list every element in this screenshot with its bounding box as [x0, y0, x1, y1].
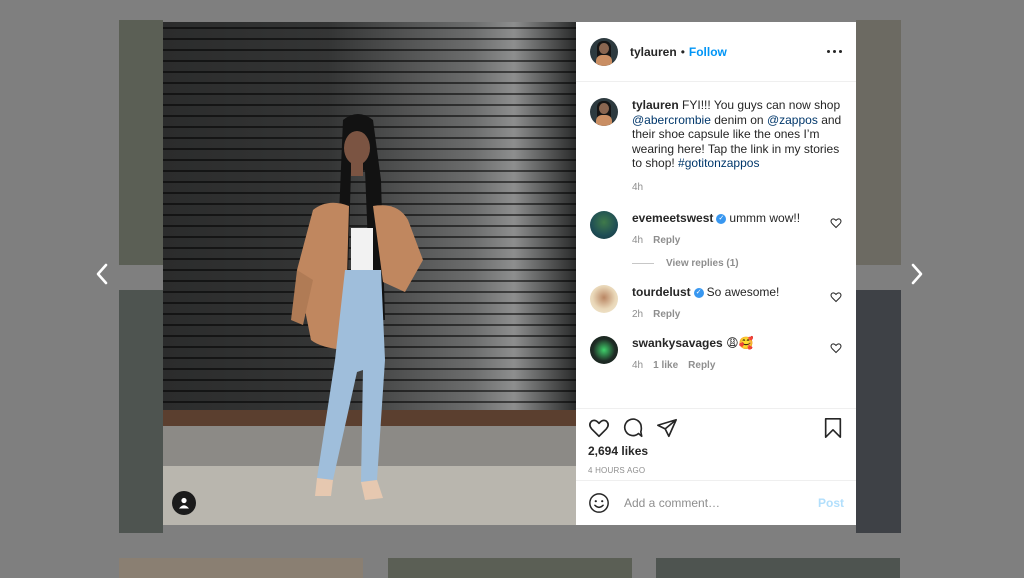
- post-header: tylauren • Follow: [576, 22, 856, 82]
- background-grid-tile: [656, 558, 900, 578]
- comment-text: ummm wow!!: [729, 211, 801, 225]
- comment-icon[interactable]: [622, 417, 644, 439]
- emoji-icon[interactable]: [588, 492, 610, 514]
- avatar[interactable]: [590, 98, 618, 126]
- caption-text: tylauren FYI!!! You guys can now shop @a…: [632, 98, 842, 195]
- next-post-button[interactable]: [902, 258, 932, 290]
- more-icon: [827, 50, 830, 53]
- bookmark-icon[interactable]: [822, 417, 844, 439]
- background-grid-tile: [119, 558, 363, 578]
- hashtag-link[interactable]: #gotitonzappos: [678, 156, 759, 170]
- verified-icon: ✓: [693, 287, 704, 298]
- post-details-panel: tylauren • Follow tylauren FYI!!! You gu…: [576, 22, 856, 525]
- like-comment-button[interactable]: [830, 291, 842, 303]
- share-icon[interactable]: [656, 417, 678, 439]
- caption-time: 4h: [632, 181, 644, 193]
- background-grid-tile: [119, 290, 163, 533]
- dot-separator: •: [680, 44, 685, 59]
- more-options-button[interactable]: [827, 50, 842, 53]
- view-replies-button[interactable]: View replies (1): [632, 258, 842, 269]
- background-grid-tile: [856, 290, 901, 533]
- avatar[interactable]: [590, 211, 618, 239]
- post-comment-button[interactable]: Post: [818, 496, 844, 510]
- avatar[interactable]: [590, 336, 618, 364]
- comment-text: 😩🥰: [726, 336, 754, 350]
- like-comment-button[interactable]: [830, 217, 842, 229]
- chevron-left-icon: [96, 263, 108, 285]
- user-tag-icon: [179, 497, 189, 509]
- user-tag-button[interactable]: [172, 491, 196, 515]
- mention-link[interactable]: @zappos: [767, 113, 818, 127]
- caption-text-part: FYI!!! You guys can now shop: [682, 98, 841, 112]
- comment-time: 2h: [632, 309, 644, 320]
- background-grid-tile: [856, 20, 901, 265]
- comment-item: swankysavages 😩🥰 4h 1 like Reply: [590, 336, 842, 371]
- reply-button[interactable]: Reply: [653, 309, 680, 320]
- caption-username[interactable]: tylauren: [632, 98, 679, 112]
- comment-likes[interactable]: 1 like: [653, 360, 678, 371]
- background-grid-tile: [119, 20, 163, 265]
- comment-item: tourdelust ✓ So awesome! 2h Reply: [590, 285, 842, 320]
- person-figure: [291, 114, 423, 500]
- likes-count[interactable]: 2,694 likes: [588, 444, 844, 458]
- caption-text-part: denim on: [714, 112, 764, 127]
- mention-link[interactable]: @abercrombie: [632, 113, 711, 127]
- comment-time: 4h: [632, 235, 644, 246]
- reply-button[interactable]: Reply: [688, 360, 715, 371]
- comment-username[interactable]: swankysavages: [632, 336, 723, 350]
- comment-text: So awesome!: [706, 285, 780, 299]
- chevron-right-icon: [911, 263, 923, 285]
- comment-username[interactable]: tourdelust: [632, 285, 691, 299]
- comment-input[interactable]: [622, 495, 806, 511]
- avatar[interactable]: [590, 37, 618, 66]
- verified-icon: ✓: [716, 213, 727, 224]
- comment-time: 4h: [632, 360, 644, 371]
- view-replies-label: View replies (1): [666, 258, 739, 269]
- more-icon-dot: [839, 50, 842, 53]
- avatar[interactable]: [590, 285, 618, 313]
- more-icon-dot: [833, 50, 836, 53]
- previous-post-button[interactable]: [87, 258, 117, 290]
- comments-list[interactable]: tylauren FYI!!! You guys can now shop @a…: [576, 82, 856, 408]
- post-photo[interactable]: [163, 22, 576, 525]
- comment-username[interactable]: evemeetswest: [632, 211, 713, 225]
- divider: [632, 263, 654, 264]
- like-comment-button[interactable]: [830, 342, 842, 354]
- add-comment-bar: Post: [576, 480, 856, 525]
- heart-icon[interactable]: [588, 417, 610, 439]
- author-username[interactable]: tylauren: [630, 45, 677, 59]
- comment-item: evemeetswest ✓ ummm wow!! 4h Reply: [590, 211, 842, 246]
- follow-button[interactable]: Follow: [689, 45, 727, 59]
- post-actions: 2,694 likes 4 HOURS AGO: [576, 408, 856, 480]
- post-timestamp: 4 HOURS AGO: [588, 466, 646, 475]
- post-caption: tylauren FYI!!! You guys can now shop @a…: [590, 98, 842, 195]
- reply-button[interactable]: Reply: [653, 235, 680, 246]
- background-grid-tile: [388, 558, 632, 578]
